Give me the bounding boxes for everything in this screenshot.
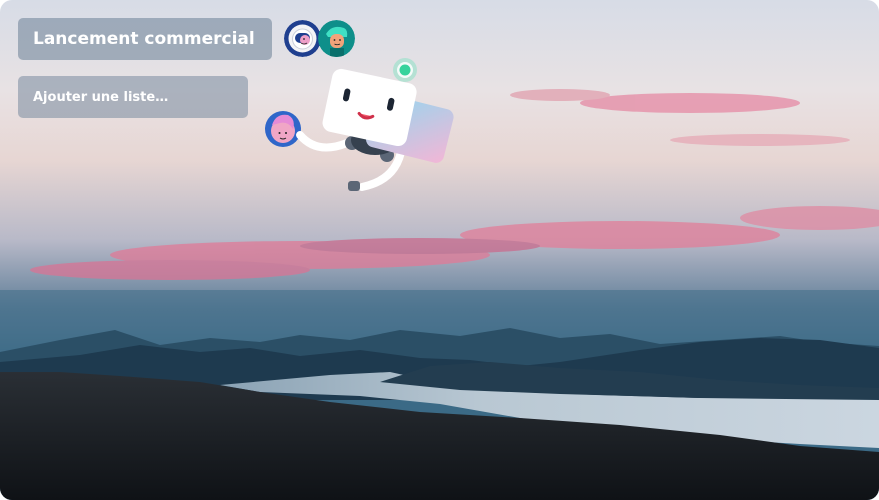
taco-mascot-illustration — [265, 58, 454, 191]
add-list-button[interactable]: Ajouter une liste… — [18, 76, 248, 118]
avatar-teal-hair-icon — [318, 20, 355, 57]
board-members — [284, 20, 355, 57]
board-canvas: Lancement commercial Ajouter une liste… — [0, 0, 879, 500]
member-avatar-teal-hair[interactable] — [318, 20, 355, 57]
avatar-astronaut-icon — [284, 20, 321, 57]
held-avatar-icon — [265, 111, 301, 147]
member-avatar-astronaut[interactable] — [284, 20, 321, 57]
board-title[interactable]: Lancement commercial — [18, 18, 272, 60]
beacon-icon — [393, 58, 417, 82]
